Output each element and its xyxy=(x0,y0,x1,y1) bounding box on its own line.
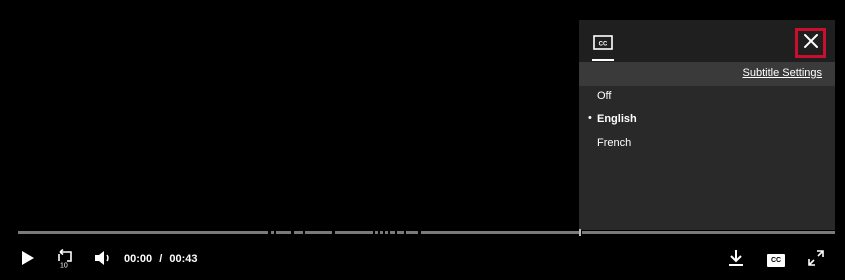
cc-button[interactable]: CC xyxy=(764,244,788,276)
subtitle-settings-row: Subtitle Settings xyxy=(579,62,835,86)
duration: 00:43 xyxy=(169,253,198,265)
subtitle-option-label: Off xyxy=(597,90,612,102)
subtitles-panel: CC Subtitle Settings Off • English Frenc… xyxy=(579,20,835,230)
subtitle-option-label: English xyxy=(597,113,637,125)
subtitle-option-label: French xyxy=(597,137,632,149)
volume-button[interactable] xyxy=(90,244,116,276)
time-separator: / xyxy=(159,253,163,265)
fullscreen-icon xyxy=(808,249,824,271)
chapter-gap xyxy=(274,231,276,234)
chapter-gap xyxy=(395,231,397,234)
subtitles-panel-header: CC xyxy=(579,20,835,62)
chapter-gap xyxy=(404,231,406,234)
chapter-gap xyxy=(332,231,335,234)
chapter-gap xyxy=(383,231,385,234)
cc-icon: CC xyxy=(767,253,785,267)
volume-icon xyxy=(94,250,112,271)
chapter-gap xyxy=(378,231,380,234)
replay-10-button[interactable]: 10 xyxy=(50,244,80,276)
current-time: 00:00 xyxy=(124,253,153,265)
chapter-gap xyxy=(268,231,271,234)
play-icon xyxy=(21,250,35,271)
player-controls: 10 00:00 / 00:43 CC xyxy=(0,244,845,276)
close-subtitles-button[interactable] xyxy=(795,28,826,58)
play-button[interactable] xyxy=(14,244,42,276)
subtitle-settings-link[interactable]: Subtitle Settings xyxy=(743,67,823,79)
svg-text:10: 10 xyxy=(60,262,68,268)
tab-active-indicator xyxy=(592,59,614,61)
chapter-gap xyxy=(303,231,305,234)
subtitle-option-french[interactable]: French xyxy=(579,133,835,155)
chapter-gap xyxy=(418,231,421,234)
close-icon xyxy=(803,33,818,53)
svg-text:CC: CC xyxy=(599,42,608,48)
time-display: 00:00 / 00:43 xyxy=(124,253,197,265)
chapter-gap xyxy=(291,231,294,234)
download-icon xyxy=(728,249,744,272)
download-button[interactable] xyxy=(724,244,748,276)
chapter-gap xyxy=(388,231,390,234)
chapter-gap xyxy=(373,231,375,234)
subtitle-option-english[interactable]: • English xyxy=(579,109,835,131)
closed-captions-tab-icon[interactable]: CC xyxy=(593,35,613,50)
selected-bullet: • xyxy=(588,112,592,124)
replay-10-icon: 10 xyxy=(55,248,75,273)
progress-bar[interactable] xyxy=(18,229,835,236)
fullscreen-button[interactable] xyxy=(804,244,828,276)
progress-marker xyxy=(579,229,581,236)
subtitle-option-off[interactable]: Off xyxy=(579,86,835,108)
